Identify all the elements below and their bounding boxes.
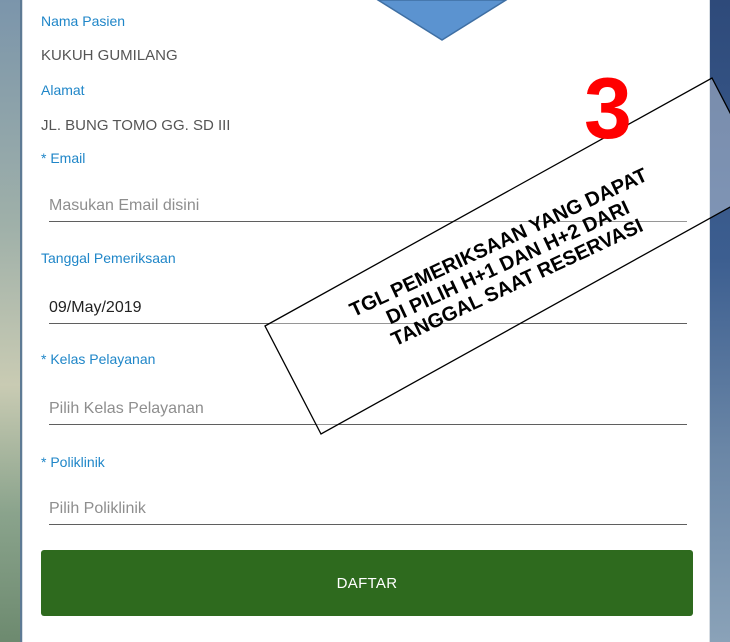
alamat-label: Alamat [41, 82, 85, 98]
tanggal-pemeriksaan-label: Tanggal Pemeriksaan [41, 250, 176, 266]
nama-pasien-value: KUKUH GUMILANG [41, 47, 178, 64]
daftar-button[interactable]: DAFTAR [41, 550, 693, 616]
email-label: * Email [41, 150, 86, 166]
email-placeholder: Masukan Email disini [49, 197, 200, 214]
daftar-button-label: DAFTAR [336, 574, 398, 592]
kelas-pelayanan-select[interactable]: Pilih Kelas Pelayanan [49, 394, 687, 425]
alamat-value: JL. BUNG TOMO GG. SD III [41, 117, 231, 134]
kelas-pelayanan-label: * Kelas Pelayanan [41, 351, 156, 367]
poliklinik-placeholder: Pilih Poliklinik [49, 500, 146, 517]
background-right-strip [708, 0, 730, 642]
kelas-pelayanan-placeholder: Pilih Kelas Pelayanan [49, 400, 204, 417]
poliklinik-label: * Poliklinik [41, 454, 105, 470]
poliklinik-select[interactable]: Pilih Poliklinik [49, 494, 687, 525]
nama-pasien-label: Nama Pasien [41, 13, 126, 29]
tanggal-pemeriksaan-value: 09/May/2019 [49, 299, 142, 316]
step-number: 3 [584, 61, 632, 157]
background-left-strip [0, 0, 20, 642]
